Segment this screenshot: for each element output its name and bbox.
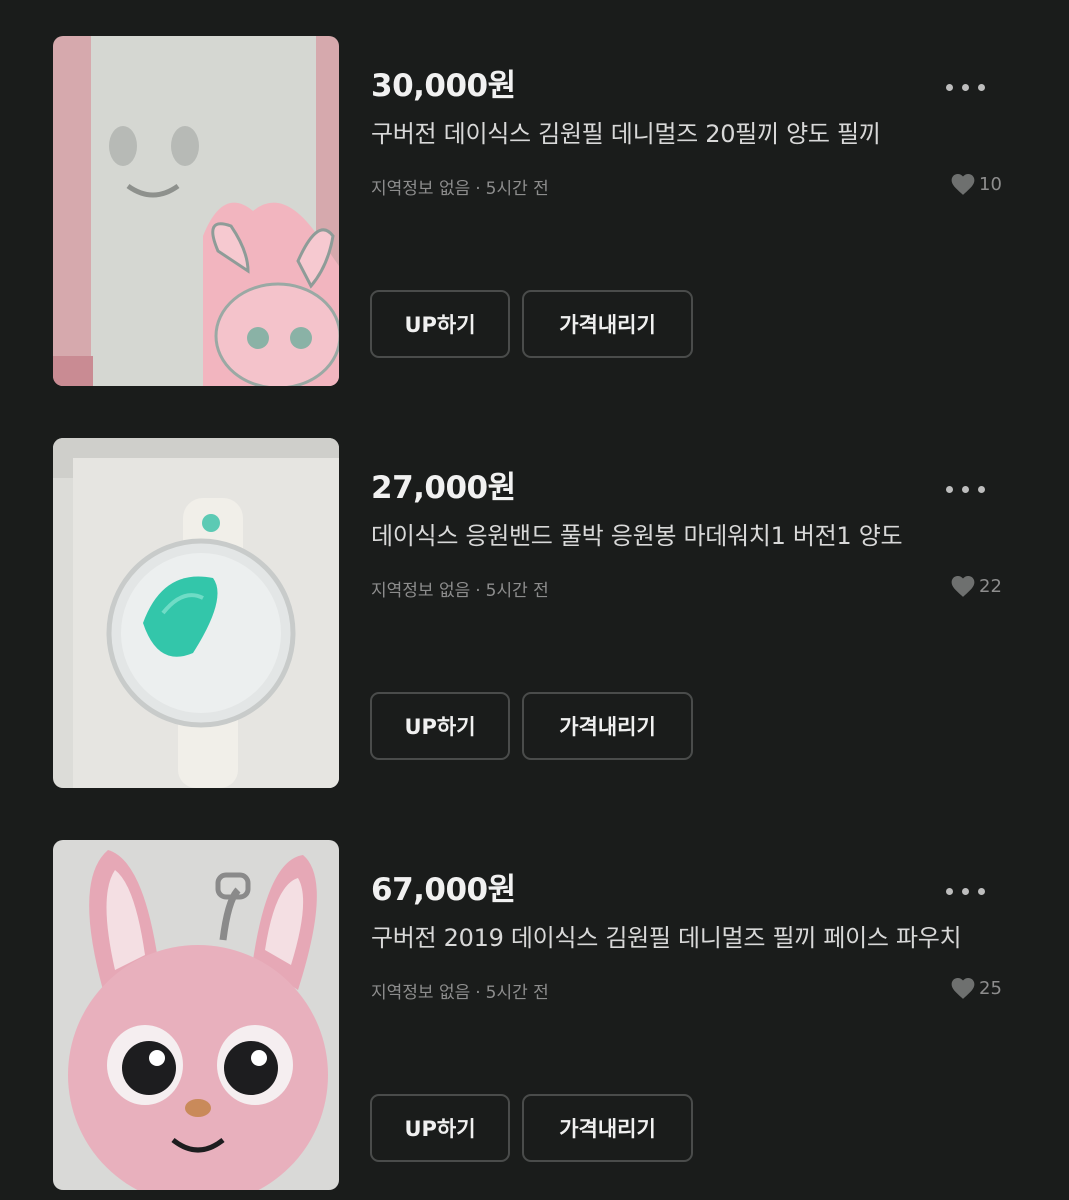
listing-feed: 30,000원 구버전 데이식스 김원필 데니멀즈 20필끼 양도 필끼 지역정… bbox=[0, 0, 1069, 1200]
up-button[interactable]: UP하기 bbox=[370, 692, 510, 760]
listing-thumbnail[interactable] bbox=[53, 438, 339, 788]
heart-icon bbox=[951, 174, 975, 195]
bunny-poster-image bbox=[53, 36, 339, 386]
listing-thumbnail[interactable] bbox=[53, 840, 339, 1190]
time-text: 5시간 전 bbox=[485, 179, 549, 199]
heart-icon bbox=[951, 978, 975, 999]
like-count-text: 10 bbox=[979, 173, 1002, 195]
listing-meta: 지역정보 없음 · 5시간 전 bbox=[371, 174, 549, 199]
up-button[interactable]: UP하기 bbox=[370, 290, 510, 358]
time-text: 5시간 전 bbox=[485, 581, 549, 601]
time-text: 5시간 전 bbox=[485, 983, 549, 1003]
price-down-button[interactable]: 가격내리기 bbox=[522, 1094, 693, 1162]
meta-separator: · bbox=[475, 581, 481, 601]
bunny-plush-image bbox=[53, 840, 339, 1190]
listing-title[interactable]: 데이식스 응원밴드 풀박 응원봉 마데워치1 버전1 양도 bbox=[371, 516, 1011, 551]
light-band-image bbox=[53, 438, 339, 788]
listing-item[interactable]: 30,000원 구버전 데이식스 김원필 데니멀즈 20필끼 양도 필끼 지역정… bbox=[0, 0, 1069, 386]
more-dots-icon bbox=[945, 83, 953, 91]
listing-price: 67,000원 bbox=[371, 872, 516, 908]
more-dots-icon bbox=[961, 83, 969, 91]
price-down-button[interactable]: 가격내리기 bbox=[522, 290, 693, 358]
like-count-text: 22 bbox=[979, 575, 1002, 597]
more-dots-icon bbox=[945, 485, 953, 493]
more-dots-icon bbox=[977, 83, 985, 91]
more-dots-icon bbox=[945, 887, 953, 895]
like-count-text: 25 bbox=[979, 977, 1002, 999]
more-dots-icon bbox=[961, 887, 969, 895]
location-text: 지역정보 없음 bbox=[371, 581, 471, 601]
listing-price: 30,000원 bbox=[371, 68, 516, 104]
listing-meta: 지역정보 없음 · 5시간 전 bbox=[371, 576, 549, 601]
like-count: 10 bbox=[950, 172, 1002, 196]
more-dots-icon bbox=[961, 485, 969, 493]
location-text: 지역정보 없음 bbox=[371, 179, 471, 199]
meta-separator: · bbox=[475, 983, 481, 1003]
up-button[interactable]: UP하기 bbox=[370, 1094, 510, 1162]
more-dots-icon bbox=[977, 887, 985, 895]
listing-price: 27,000원 bbox=[371, 470, 516, 506]
more-options-button[interactable] bbox=[932, 476, 998, 502]
meta-separator: · bbox=[475, 179, 481, 199]
listing-meta: 지역정보 없음 · 5시간 전 bbox=[371, 978, 549, 1003]
listing-title[interactable]: 구버전 데이식스 김원필 데니멀즈 20필끼 양도 필끼 bbox=[371, 114, 1011, 149]
heart-icon bbox=[951, 576, 975, 597]
price-down-button[interactable]: 가격내리기 bbox=[522, 692, 693, 760]
listing-item[interactable]: 67,000원 구버전 2019 데이식스 김원필 데니멀즈 필끼 페이스 파우… bbox=[0, 804, 1069, 1190]
listing-item[interactable]: 27,000원 데이식스 응원밴드 풀박 응원봉 마데워치1 버전1 양도 지역… bbox=[0, 402, 1069, 788]
like-count: 22 bbox=[950, 574, 1002, 598]
listing-title[interactable]: 구버전 2019 데이식스 김원필 데니멀즈 필끼 페이스 파우치 bbox=[371, 918, 1011, 953]
more-dots-icon bbox=[977, 485, 985, 493]
like-count: 25 bbox=[950, 976, 1002, 1000]
more-options-button[interactable] bbox=[932, 74, 998, 100]
location-text: 지역정보 없음 bbox=[371, 983, 471, 1003]
listing-thumbnail[interactable] bbox=[53, 36, 339, 386]
more-options-button[interactable] bbox=[932, 878, 998, 904]
